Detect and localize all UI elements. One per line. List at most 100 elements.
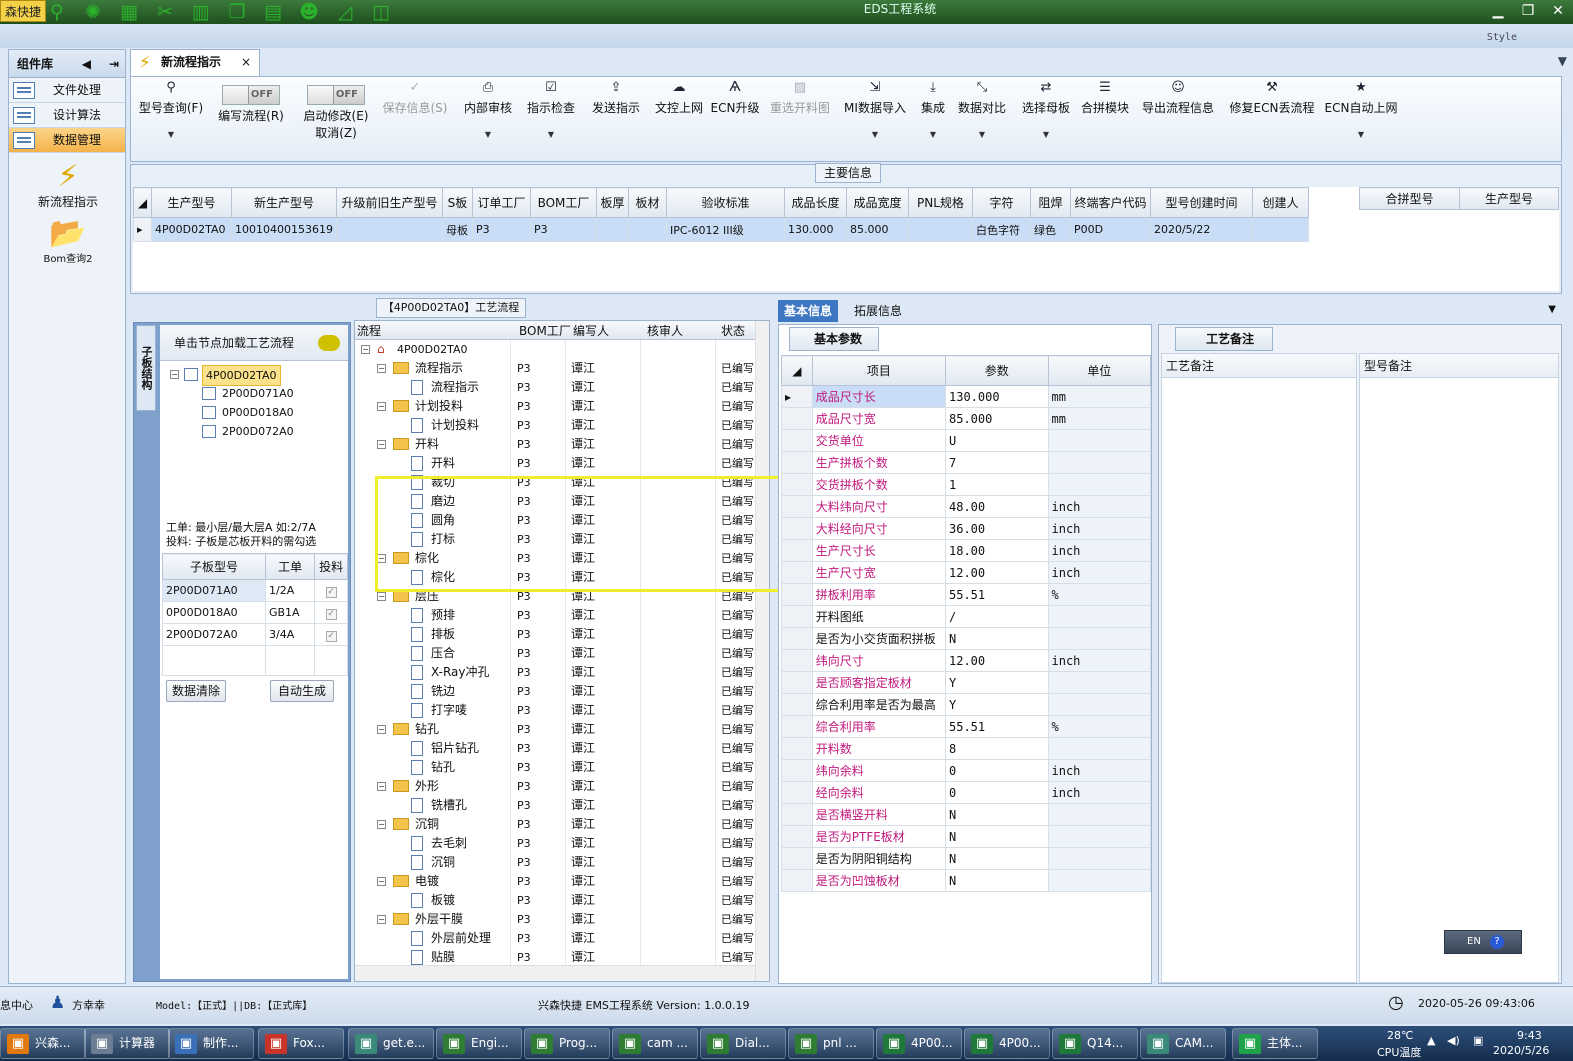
process-node[interactable]: − 外层干膜 P3 谭江 已编写 bbox=[355, 910, 769, 929]
param-row[interactable]: 是否为小交货面积拼板 N bbox=[781, 627, 1151, 650]
taskbar-item[interactable]: ▣ pnl ... bbox=[788, 1028, 874, 1059]
cell[interactable]: 2P00D072A0 bbox=[162, 623, 266, 646]
chart-icon[interactable]: ◿ bbox=[334, 1, 356, 23]
column-header[interactable]: 核审人 bbox=[647, 322, 683, 339]
param-value[interactable]: 12.00 bbox=[945, 561, 1049, 584]
column-header[interactable]: 订单工厂 bbox=[471, 187, 531, 218]
toolbar-button-14[interactable]: ⇄ 选择母板 ▼ bbox=[1015, 77, 1077, 161]
param-row[interactable]: 是否顾客指定板材 Y bbox=[781, 671, 1151, 694]
checkbox[interactable]: ✓ bbox=[325, 608, 337, 620]
cell[interactable]: 4P00D02TA0 bbox=[151, 217, 232, 242]
checkbox[interactable]: ✓ bbox=[325, 586, 337, 598]
collapse-left-icon[interactable]: ◀ bbox=[82, 50, 91, 78]
cell[interactable]: ✓ bbox=[314, 623, 348, 646]
minimize-icon[interactable]: ▁ bbox=[1483, 0, 1513, 22]
cell[interactable]: 白色字符 bbox=[971, 217, 1031, 242]
param-value[interactable]: N bbox=[945, 869, 1049, 892]
cell[interactable]: 0P00D018A0 bbox=[162, 601, 266, 624]
clock-time[interactable]: 9:43 bbox=[1517, 1029, 1542, 1042]
collapse-icon[interactable]: − bbox=[377, 592, 386, 601]
dropdown-arrow-icon[interactable]: ▼ bbox=[135, 130, 207, 139]
cell[interactable]: 母板 bbox=[441, 217, 473, 242]
model-note-column[interactable]: 型号备注 bbox=[1359, 353, 1559, 983]
cell[interactable] bbox=[1251, 217, 1309, 242]
toolbar-button-3[interactable]: OFF 启动修改(E) 取消(Z) bbox=[297, 77, 375, 161]
clock-date[interactable]: 2020/5/26 bbox=[1493, 1044, 1549, 1057]
process-node[interactable]: 排板 P3 谭江 已编写 bbox=[355, 625, 769, 644]
column-header[interactable]: 编写人 bbox=[573, 322, 609, 339]
param-row[interactable]: 拼板利用率 55.51% bbox=[781, 583, 1151, 606]
param-row[interactable]: 纬向余料 0 inch bbox=[781, 759, 1151, 782]
nav-item-data[interactable]: 数据管理 bbox=[9, 128, 125, 153]
tool-new-process[interactable]: ⚡ 新流程指示 bbox=[9, 161, 127, 210]
column-header[interactable]: 单位 bbox=[1047, 355, 1151, 386]
process-node[interactable]: − 计划投料 P3 谭江 已编写 bbox=[355, 397, 769, 416]
toolbar-button-17[interactable]: ⚒ 修复ECN丢流程 bbox=[1225, 77, 1319, 161]
toolbar-button-18[interactable]: ★ ECN自动上网 ▼ bbox=[1321, 77, 1401, 161]
toolbar-button-4[interactable]: ✓ 保存信息(S) bbox=[379, 77, 451, 161]
cell[interactable]: 绿色 bbox=[1029, 217, 1071, 242]
param-value[interactable]: 1 bbox=[945, 473, 1049, 496]
process-node[interactable]: 钻孔 P3 谭江 已编写 bbox=[355, 758, 769, 777]
search-icon[interactable]: ⚲ bbox=[46, 1, 68, 23]
user-icon[interactable]: ☻ bbox=[298, 1, 320, 23]
collapse-icon[interactable]: − bbox=[377, 915, 386, 924]
collapse-icon[interactable]: − bbox=[377, 364, 386, 373]
taskbar-item[interactable]: ▣ 计算器 bbox=[84, 1028, 170, 1059]
cell[interactable]: P3 bbox=[529, 217, 597, 242]
param-value[interactable]: N bbox=[945, 847, 1049, 870]
craft-note-column[interactable]: 工艺备注 bbox=[1161, 353, 1357, 983]
collapse-icon[interactable]: − bbox=[377, 820, 386, 829]
tab-craft-notes[interactable]: 工艺备注 bbox=[1175, 327, 1274, 351]
tree-node-child[interactable]: 2P00D071A0 bbox=[160, 384, 348, 403]
toolbar-button-5[interactable]: ⎙ 内部审核 ▼ bbox=[457, 77, 519, 161]
cell[interactable]: IPC-6012 III级 bbox=[665, 217, 785, 242]
param-row[interactable]: 大料纬向尺寸 48.00 inch bbox=[781, 495, 1151, 518]
column-header[interactable]: 合拼型号 bbox=[1359, 187, 1460, 210]
column-header[interactable]: 新生产型号 bbox=[231, 187, 337, 218]
toolbar-button-10[interactable]: ▨ 重选开料图 bbox=[765, 77, 835, 161]
dropdown-arrow-icon[interactable]: ▼ bbox=[839, 130, 911, 139]
tool-bom-query[interactable]: 📂 Bom查询2 bbox=[9, 218, 127, 266]
column-header[interactable]: 升级前旧生产型号 bbox=[335, 187, 443, 218]
cell[interactable]: P00D bbox=[1069, 217, 1151, 242]
column-header[interactable]: 板材 bbox=[627, 187, 667, 218]
process-node[interactable]: 计划投料 P3 谭江 已编写 bbox=[355, 416, 769, 435]
process-node[interactable]: 预排 P3 谭江 已编写 bbox=[355, 606, 769, 625]
param-value[interactable]: 55.51 bbox=[945, 715, 1049, 738]
cell[interactable]: 10010400153619 bbox=[231, 217, 337, 242]
column-header[interactable]: 成品长度 bbox=[783, 187, 847, 218]
dropdown-arrow-icon[interactable]: ▼ bbox=[521, 130, 581, 139]
process-node[interactable]: − 沉铜 P3 谭江 已编写 bbox=[355, 815, 769, 834]
style-menu[interactable]: Style bbox=[1487, 32, 1517, 43]
taskbar-item[interactable]: ▣ Fox... bbox=[258, 1028, 344, 1059]
param-value[interactable]: 0 bbox=[945, 759, 1049, 782]
column-header[interactable]: 板厚 bbox=[595, 187, 629, 218]
cell[interactable] bbox=[907, 217, 973, 242]
cell[interactable]: 3/4A bbox=[264, 623, 316, 646]
tab-extended-info[interactable]: 拓展信息 bbox=[850, 300, 906, 322]
column-header[interactable]: 项目 bbox=[811, 355, 947, 386]
tray-arrow-icon[interactable]: ▲ bbox=[1427, 1034, 1435, 1047]
column-header[interactable]: 字符 bbox=[971, 187, 1031, 218]
column-header[interactable]: 工单 bbox=[264, 553, 316, 580]
chevron-down-icon[interactable]: ▼ bbox=[1558, 54, 1567, 68]
toolbar-button-8[interactable]: ☁ 文控上网 bbox=[653, 77, 705, 161]
cell[interactable] bbox=[627, 217, 667, 242]
clear-data-button[interactable]: 数据清除 bbox=[166, 680, 226, 702]
tab-basic-info[interactable]: 基本信息 bbox=[778, 300, 839, 322]
dropdown-arrow-icon[interactable]: ▼ bbox=[1015, 130, 1077, 139]
param-value[interactable]: / bbox=[945, 605, 1049, 628]
collapse-icon[interactable]: − bbox=[377, 440, 386, 449]
process-node[interactable]: 铝片钻孔 P3 谭江 已编写 bbox=[355, 739, 769, 758]
param-row[interactable]: 是否为PTFE板材 N bbox=[781, 825, 1151, 848]
process-node[interactable]: − 钻孔 P3 谭江 已编写 bbox=[355, 720, 769, 739]
process-node[interactable]: 沉铜 P3 谭江 已编写 bbox=[355, 853, 769, 872]
column-header[interactable]: 验收标准 bbox=[665, 187, 785, 218]
param-row[interactable]: 综合利用率 55.51% bbox=[781, 715, 1151, 738]
param-row[interactable]: 交货单位 U bbox=[781, 429, 1151, 452]
param-value[interactable]: Y bbox=[945, 693, 1049, 716]
volume-icon[interactable]: ◀) bbox=[1447, 1034, 1460, 1047]
table-row[interactable]: 0P00D018A0 GB1A ✓ bbox=[162, 601, 348, 624]
table-row[interactable]: ▸ 4P00D02TA0 10010400153619 母板 P3 P3 IPC-6012 … bbox=[133, 217, 1309, 242]
